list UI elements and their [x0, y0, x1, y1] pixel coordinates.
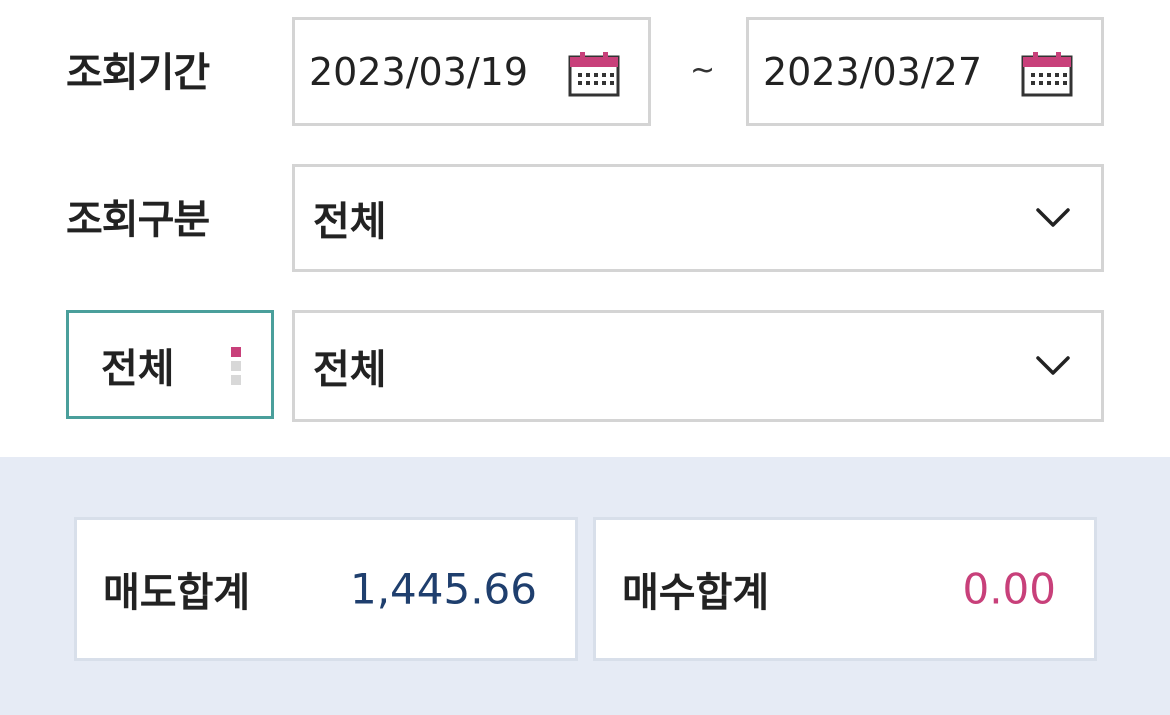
buy-total-label: 매수합계: [622, 570, 770, 616]
category-selected-value: 전체: [313, 199, 387, 245]
chevron-down-icon: [1036, 208, 1070, 227]
filter-toggle-button[interactable]: 전체: [66, 310, 274, 419]
buy-total-value: 0.00: [962, 564, 1056, 614]
sell-total-card: 매도합계 1,445.66: [74, 517, 578, 661]
end-date-field[interactable]: 2023/03/27: [746, 17, 1104, 126]
category-select[interactable]: 전체: [292, 164, 1104, 272]
calendar-icon[interactable]: [1021, 51, 1073, 97]
category-label: 조회구분: [66, 197, 210, 243]
start-date-field[interactable]: 2023/03/19: [292, 17, 651, 126]
filter-button-label: 전체: [101, 345, 175, 392]
start-date-value: 2023/03/19: [309, 49, 529, 94]
search-panel: 조회기간 2023/03/19 ~ 2023/03/27 조회구분 전체 전체 …: [0, 0, 1170, 457]
filter-selected-value: 전체: [313, 347, 387, 393]
sell-total-label: 매도합계: [103, 570, 251, 616]
chevron-down-icon: [1036, 356, 1070, 375]
vertical-dots-icon: [231, 347, 241, 387]
buy-total-card: 매수합계 0.00: [593, 517, 1097, 661]
date-range-separator: ~: [690, 53, 716, 88]
period-label: 조회기간: [66, 50, 210, 96]
summary-panel: 매도합계 1,445.66 매수합계 0.00: [0, 457, 1170, 715]
end-date-value: 2023/03/27: [763, 49, 983, 94]
filter-select[interactable]: 전체: [292, 310, 1104, 422]
calendar-icon[interactable]: [568, 51, 620, 97]
sell-total-value: 1,445.66: [349, 564, 537, 614]
